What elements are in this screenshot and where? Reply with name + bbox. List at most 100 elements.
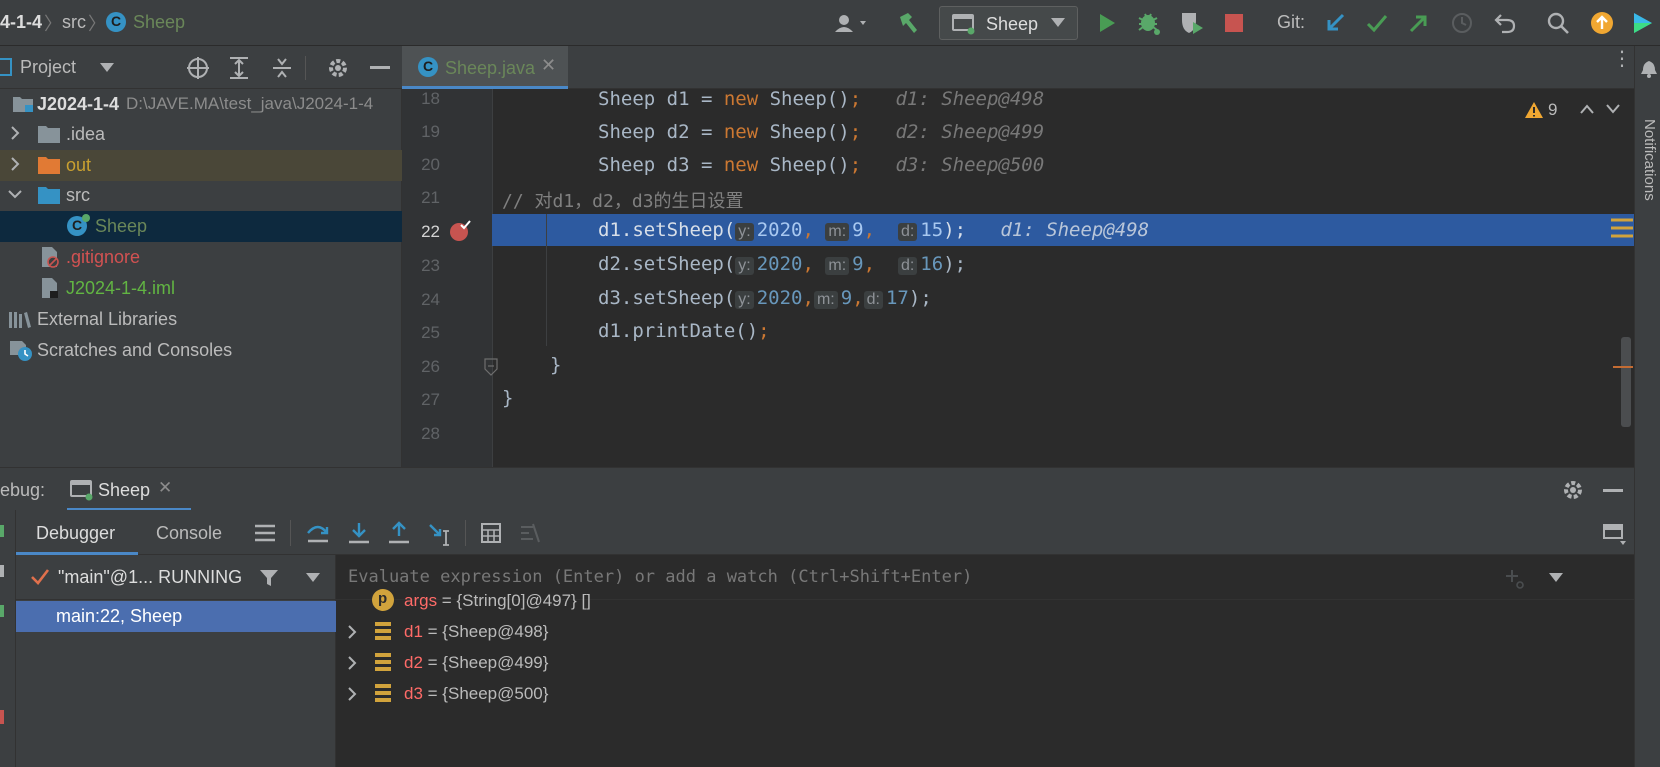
fold-marker-icon[interactable] — [483, 358, 499, 376]
chevron-right-icon[interactable] — [8, 126, 22, 140]
tree-item-out[interactable]: out — [0, 150, 402, 181]
inline-debug-value: d1: Sheep@498 — [1000, 219, 1150, 241]
stop-icon[interactable] — [1219, 8, 1249, 38]
breadcrumb-separator: 〉 — [44, 14, 62, 34]
run-configuration-select[interactable]: Sheep — [939, 6, 1078, 40]
keyword: new — [723, 88, 759, 110]
chevron-down-icon[interactable] — [1606, 104, 1620, 114]
tree-item-sheep[interactable]: C Sheep — [0, 211, 402, 242]
chevron-right-icon[interactable] — [8, 157, 22, 171]
code-line-27[interactable]: } — [502, 387, 513, 409]
check-icon[interactable] — [0, 565, 4, 577]
inline-debug-value: d2: Sheep@499 — [895, 121, 1045, 143]
breadcrumb-project[interactable]: 4-1-4 — [0, 12, 42, 33]
chevron-right-icon[interactable] — [346, 625, 358, 639]
code-line-25[interactable]: d1.printDate(); — [598, 320, 770, 342]
notifications-bell-icon[interactable] — [1640, 60, 1658, 78]
breadcrumb-src[interactable]: src — [62, 12, 86, 33]
code-line-26[interactable]: } — [550, 354, 561, 376]
chevron-up-icon[interactable] — [1580, 104, 1594, 114]
tree-item-idea[interactable]: .idea — [0, 119, 402, 150]
field-stack-icon — [375, 622, 391, 640]
variable-name: d2 — [404, 653, 423, 672]
editor-tab-sheep-java[interactable]: C Sheep.java ✕ — [402, 46, 568, 89]
variable-row-d1[interactable]: d1 = {Sheep@498} — [336, 617, 1634, 648]
restore-layout-icon[interactable] — [1603, 522, 1627, 546]
code-line-20[interactable]: Sheep d3 = new Sheep(); d3: Sheep@500 — [598, 154, 1044, 176]
code-text: d2.setSheep( — [598, 253, 736, 275]
coverage-icon[interactable] — [1177, 8, 1207, 38]
close-icon[interactable]: ✕ — [541, 55, 556, 76]
git-commit-check-icon[interactable] — [1362, 8, 1392, 38]
more-options-icon[interactable]: ⋮ — [1612, 49, 1632, 69]
step-over-icon[interactable] — [306, 521, 330, 545]
history-clock-icon[interactable] — [1447, 8, 1477, 38]
chevron-down-icon[interactable] — [1549, 573, 1563, 583]
minimize-icon[interactable] — [370, 66, 390, 69]
trace-stream-icon[interactable] — [519, 522, 541, 544]
chevron-down-icon[interactable] — [306, 573, 320, 583]
locate-crosshair-icon[interactable] — [186, 56, 210, 80]
chevron-right-icon[interactable] — [346, 687, 358, 701]
step-into-icon[interactable] — [347, 521, 371, 545]
chevron-right-icon[interactable] — [346, 656, 358, 670]
code-line-22[interactable]: d1.setSheep(y: 2020, m: 9, d: 15); d1: Shee… — [598, 219, 1149, 241]
breadcrumb-sheep[interactable]: Sheep — [133, 12, 185, 33]
run-to-cursor-icon[interactable] — [428, 521, 454, 547]
code-line-24[interactable]: d3.setSheep(y: 2020, m: 9, d: 17); — [598, 287, 932, 309]
variable-row-d3[interactable]: d3 = {Sheep@500} — [336, 679, 1634, 710]
project-panel-title[interactable]: Project — [20, 57, 76, 78]
breakpoint-icon[interactable] — [448, 219, 472, 243]
thread-selector[interactable]: "main"@1... RUNNING — [16, 555, 336, 600]
search-icon[interactable] — [1543, 8, 1573, 38]
code-line-21-comment[interactable]: // 对d1，d2，d3的生日设置 — [502, 187, 744, 213]
variable-row-d2[interactable]: d2 = {Sheep@499} — [336, 648, 1634, 679]
chevron-down-icon[interactable] — [100, 63, 114, 73]
git-update-icon[interactable] — [1320, 8, 1350, 38]
code-line-19[interactable]: Sheep d2 = new Sheep(); d2: Sheep@499 — [598, 121, 1044, 143]
gear-icon[interactable] — [326, 56, 350, 80]
run-icon[interactable] — [1092, 8, 1122, 38]
rollback-icon[interactable] — [1490, 8, 1520, 38]
editor-scrollbar[interactable] — [1621, 337, 1631, 427]
notifications-tab[interactable]: Notifications — [1638, 119, 1658, 201]
git-push-icon[interactable] — [1404, 8, 1434, 38]
rerun-icon[interactable] — [0, 525, 4, 537]
variable-row-args[interactable]: p args = {String[0]@497} [] — [336, 586, 1634, 617]
inspection-widget[interactable]: 9 — [1524, 99, 1624, 123]
code-editor[interactable] — [402, 89, 1634, 467]
stop-icon[interactable] — [0, 710, 4, 724]
tab-console[interactable]: Console — [138, 510, 248, 555]
tree-item-external-libraries[interactable]: External Libraries — [0, 304, 402, 335]
update-arrow-icon[interactable] — [1587, 8, 1617, 38]
tab-debugger[interactable]: Debugger — [16, 510, 138, 555]
stack-frame-selected[interactable]: main:22, Sheep — [16, 601, 336, 632]
debug-session-tab[interactable]: Sheep ✕ — [67, 468, 191, 511]
tree-item-project-root[interactable]: J2024-1-4 D:\JAVE.MA\test_java\J2024-1-4 — [0, 89, 402, 120]
tree-item-iml[interactable]: J2024-1-4.iml — [0, 273, 402, 304]
code-text: Sheep d3 = — [598, 154, 724, 176]
gear-icon[interactable] — [1561, 478, 1585, 502]
resume-icon[interactable] — [0, 605, 4, 617]
close-icon[interactable]: ✕ — [158, 478, 172, 498]
tree-label: .idea — [66, 124, 106, 144]
code-text: ); — [943, 219, 967, 241]
debug-bug-icon[interactable] — [1134, 8, 1164, 38]
tree-item-src[interactable]: src — [0, 180, 402, 211]
tree-item-gitignore[interactable]: .gitignore — [0, 242, 402, 273]
filter-icon[interactable] — [259, 568, 279, 588]
account-icon[interactable] — [830, 8, 874, 38]
evaluate-input[interactable]: Evaluate expression (Enter) or add a wat… — [348, 567, 972, 587]
expand-all-icon[interactable] — [228, 56, 250, 80]
layout-menu-icon[interactable] — [254, 523, 276, 543]
chevron-down-icon[interactable] — [8, 187, 22, 201]
plugin-icon[interactable] — [1628, 8, 1658, 38]
code-line-23[interactable]: d2.setSheep(y: 2020, m: 9, d: 16); — [598, 253, 966, 275]
minimize-icon[interactable] — [1603, 489, 1623, 492]
build-hammer-icon[interactable] — [893, 8, 923, 38]
code-line-18[interactable]: Sheep d1 = new Sheep(); d1: Sheep@498 — [598, 88, 1044, 110]
step-out-icon[interactable] — [387, 521, 411, 545]
tree-item-scratches[interactable]: Scratches and Consoles — [0, 335, 402, 366]
collapse-all-icon[interactable] — [271, 56, 293, 80]
evaluate-expression-icon[interactable] — [480, 522, 502, 544]
